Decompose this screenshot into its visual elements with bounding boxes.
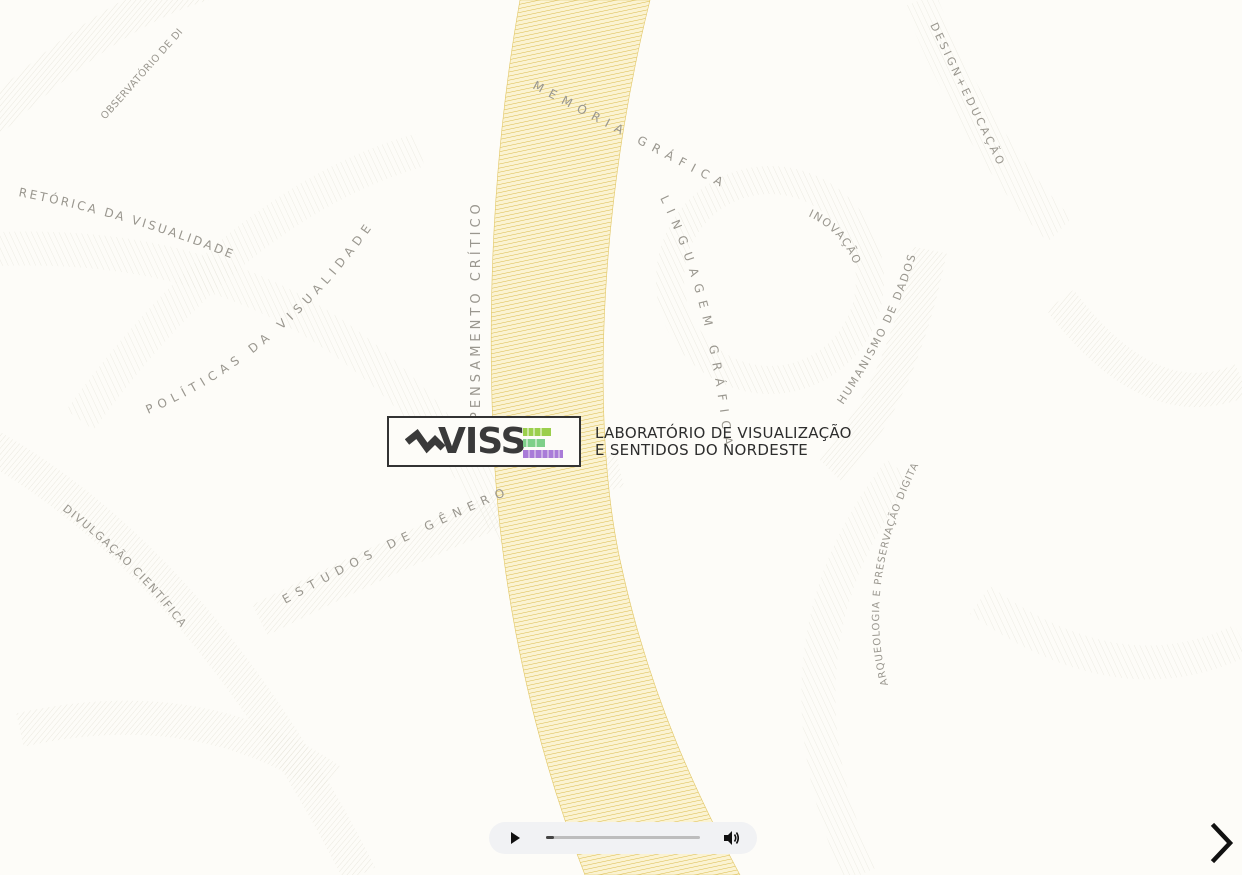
visse-logo: VISS — [387, 416, 581, 467]
lab-title: LABORATÓRIO DE VISUALIZAÇÃO E SENTIDOS D… — [595, 423, 852, 459]
volume-icon[interactable] — [722, 829, 740, 847]
logo-wordmark: VISS — [438, 421, 526, 462]
play-icon[interactable] — [508, 831, 522, 845]
keyword-design-educacao: DESIGN+EDUCAÇÃO — [927, 21, 1008, 170]
keyword-divulgacao: DIVULGAÇÃO CIENTÍFICA — [60, 502, 189, 630]
chevron-right-icon[interactable] — [1206, 822, 1238, 864]
keyword-pensamento: PENSAMENTO CRÍTICO — [468, 200, 484, 420]
lab-title-line1: LABORATÓRIO DE VISUALIZAÇÃO — [595, 423, 852, 442]
lab-title-line2: E SENTIDOS DO NORDESTE — [595, 440, 809, 459]
audio-progress-fill — [546, 836, 554, 839]
logo-bars-icon — [523, 428, 563, 458]
keyword-estudos: ESTUDOS DE GÊNERO — [280, 483, 513, 606]
lab-header: VISS LABORATÓRIO DE VISUALIZAÇÃO E SENTI… — [387, 416, 852, 467]
audio-progress-bar[interactable] — [546, 836, 700, 839]
audio-player — [489, 822, 757, 854]
